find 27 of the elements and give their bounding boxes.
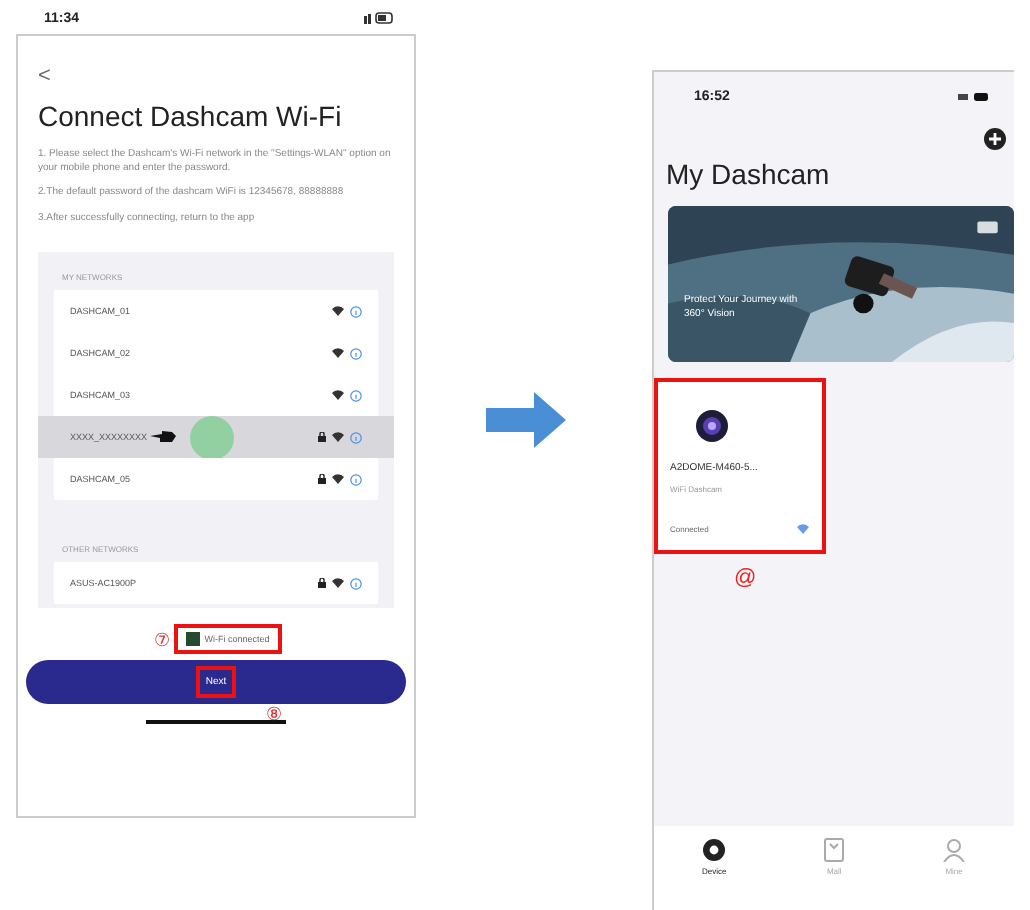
wifi-icon — [332, 306, 344, 316]
info-icon[interactable] — [350, 431, 362, 443]
info-icon[interactable] — [350, 347, 362, 359]
screen-title: Connect Dashcam Wi-Fi — [38, 100, 344, 132]
wifi-icon — [796, 524, 810, 534]
wifi-icon — [332, 578, 344, 588]
info-icon[interactable] — [350, 577, 362, 589]
wifi-icon — [332, 474, 344, 484]
step-marker-label: @ — [734, 566, 757, 590]
info-icon[interactable] — [350, 305, 362, 317]
add-icon[interactable] — [984, 128, 1006, 150]
home-indicator — [146, 720, 286, 724]
wifi-icon — [332, 348, 344, 358]
wifi-icon — [332, 432, 344, 442]
tap-indicator — [189, 415, 234, 459]
info-icon[interactable] — [350, 389, 362, 401]
arrow-icon — [486, 392, 566, 448]
pointing-hand-icon — [149, 430, 178, 444]
screen-title: My Dashcam — [664, 156, 832, 190]
step-number-label: ⑧ — [266, 704, 282, 724]
battery-icon — [958, 92, 990, 102]
step-number-label: ⑦ — [154, 629, 171, 649]
wifi-icon — [332, 390, 344, 400]
back-button[interactable]: < — [38, 64, 51, 88]
camera-lens-icon — [696, 410, 728, 442]
info-icon[interactable] — [350, 473, 362, 485]
battery-icon — [364, 12, 396, 24]
